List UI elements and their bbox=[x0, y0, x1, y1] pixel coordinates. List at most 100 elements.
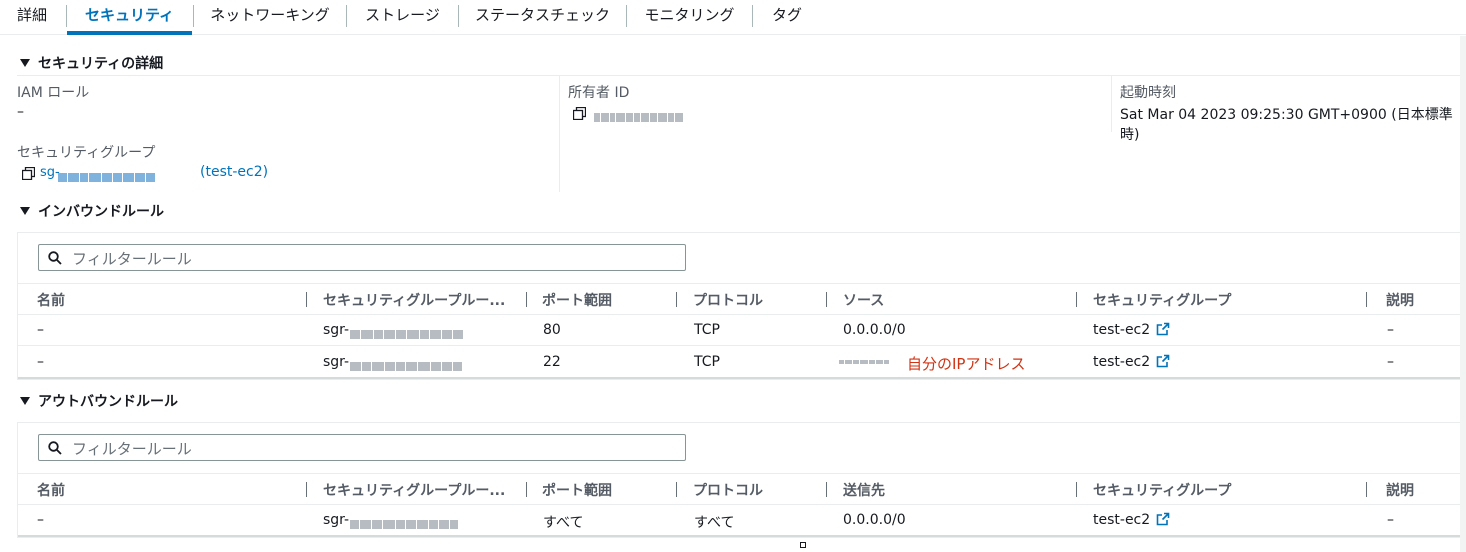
security-details-header[interactable]: セキュリティの詳細 bbox=[20, 53, 163, 73]
owner-id-value-redacted bbox=[594, 109, 684, 122]
security-group-link-text: test-ec2 bbox=[1093, 322, 1151, 338]
column-divider bbox=[1111, 76, 1112, 132]
column-header-protocol[interactable]: プロトコル bbox=[693, 290, 763, 310]
divider bbox=[18, 473, 1466, 474]
column-header-port-range[interactable]: ポート範囲 bbox=[542, 290, 612, 310]
column-resizer[interactable] bbox=[826, 482, 827, 497]
inbound-rules-title: インバウンドルール bbox=[38, 204, 164, 220]
cell-port-range: 80 bbox=[543, 322, 561, 338]
cell-security-group-link[interactable]: test-ec2 bbox=[1093, 354, 1170, 370]
security-details-title: セキュリティの詳細 bbox=[38, 56, 164, 72]
external-link-icon bbox=[1156, 322, 1170, 336]
tab-security[interactable]: セキュリティ bbox=[67, 0, 192, 35]
outbound-filter-placeholder: フィルタールール bbox=[72, 440, 192, 458]
cell-protocol: すべて bbox=[694, 515, 735, 531]
cell-source: 0.0.0.0/0 bbox=[843, 322, 906, 338]
iam-role-label: IAM ロール bbox=[17, 85, 90, 101]
tab-tags[interactable]: タグ bbox=[753, 0, 821, 35]
divider bbox=[18, 314, 1466, 315]
copy-icon[interactable] bbox=[573, 107, 586, 120]
copy-icon[interactable] bbox=[22, 167, 35, 180]
owner-id-label: 所有者 ID bbox=[568, 85, 630, 101]
column-resizer[interactable] bbox=[306, 292, 307, 307]
tab-monitoring[interactable]: モニタリング bbox=[627, 0, 752, 35]
column-header-description[interactable]: 説明 bbox=[1386, 480, 1414, 500]
inbound-filter-input[interactable]: フィルタールール bbox=[38, 244, 686, 271]
caret-down-icon bbox=[20, 397, 30, 405]
security-group-link-text: test-ec2 bbox=[1093, 512, 1151, 528]
caret-down-icon bbox=[20, 59, 30, 67]
column-header-name[interactable]: 名前 bbox=[37, 480, 65, 500]
cell-rule-id: sgr- bbox=[323, 512, 350, 528]
external-link-icon bbox=[1156, 354, 1170, 368]
launch-time-value: Sat Mar 04 2023 09:25:30 GMT+0900 (日本標準時… bbox=[1120, 107, 1453, 143]
rule-id-redacted bbox=[350, 516, 459, 529]
column-resizer[interactable] bbox=[1076, 292, 1077, 307]
cell-destination: 0.0.0.0/0 bbox=[843, 512, 906, 528]
cell-name: – bbox=[37, 354, 44, 370]
cell-protocol: TCP bbox=[694, 322, 720, 338]
tab-details[interactable]: 詳細 bbox=[4, 0, 60, 35]
column-resizer[interactable] bbox=[1076, 482, 1077, 497]
rule-id-redacted bbox=[350, 326, 464, 339]
scrollbar-track[interactable] bbox=[1460, 36, 1466, 552]
inbound-filter-placeholder: フィルタールール bbox=[72, 250, 192, 268]
security-groups-label: セキュリティグループ bbox=[17, 145, 156, 161]
security-group-prefix: sg- bbox=[40, 165, 60, 180]
column-header-rule-id[interactable]: セキュリティグループルー... bbox=[323, 290, 505, 310]
iam-role-value: – bbox=[17, 104, 24, 120]
column-divider bbox=[559, 76, 560, 192]
caret-down-icon bbox=[20, 207, 30, 215]
column-header-security-group[interactable]: セキュリティグループ bbox=[1093, 480, 1231, 500]
outbound-rules-header[interactable]: アウトバウンドルール bbox=[20, 391, 178, 411]
cell-security-group-link[interactable]: test-ec2 bbox=[1093, 322, 1170, 338]
divider bbox=[18, 345, 1466, 346]
divider bbox=[18, 283, 1466, 284]
inbound-rules-header[interactable]: インバウンドルール bbox=[20, 201, 164, 221]
resize-handle[interactable] bbox=[800, 542, 806, 548]
security-group-link-text: test-ec2 bbox=[1093, 354, 1151, 370]
outbound-filter-input[interactable]: フィルタールール bbox=[38, 434, 686, 461]
column-header-security-group[interactable]: セキュリティグループ bbox=[1093, 290, 1231, 310]
column-resizer[interactable] bbox=[1366, 482, 1367, 497]
panel-bottom-border bbox=[18, 377, 1466, 379]
tab-networking[interactable]: ネットワーキング bbox=[194, 0, 346, 35]
column-header-protocol[interactable]: プロトコル bbox=[693, 480, 763, 500]
column-resizer[interactable] bbox=[306, 482, 307, 497]
tab-bar: 詳細 セキュリティ ネットワーキング ストレージ ステータスチェック モニタリン… bbox=[0, 0, 1466, 35]
divider bbox=[18, 504, 1466, 505]
column-header-destination[interactable]: 送信先 bbox=[843, 480, 885, 500]
column-header-name[interactable]: 名前 bbox=[37, 290, 65, 310]
column-resizer[interactable] bbox=[1366, 292, 1367, 307]
cell-security-group-link[interactable]: test-ec2 bbox=[1093, 512, 1170, 528]
outbound-rules-title: アウトバウンドルール bbox=[38, 394, 178, 410]
column-resizer[interactable] bbox=[526, 292, 527, 307]
column-header-description[interactable]: 説明 bbox=[1386, 290, 1414, 310]
panel-bottom-border bbox=[18, 535, 1466, 537]
column-resizer[interactable] bbox=[526, 482, 527, 497]
column-resizer[interactable] bbox=[676, 292, 677, 307]
column-header-port-range[interactable]: ポート範囲 bbox=[542, 480, 612, 500]
tab-storage[interactable]: ストレージ bbox=[347, 0, 458, 35]
inbound-rules-panel: フィルタールール 名前 セキュリティグループルー... ポート範囲 プロトコル … bbox=[17, 232, 1466, 380]
launch-time-label: 起動時刻 bbox=[1120, 85, 1176, 101]
column-header-rule-id[interactable]: セキュリティグループルー... bbox=[323, 480, 505, 500]
security-group-link[interactable]: sg- bbox=[40, 165, 60, 180]
annotation-my-ip: 自分のIPアドレス bbox=[907, 355, 1026, 373]
security-group-name-link[interactable]: (test-ec2) bbox=[200, 164, 268, 180]
cell-description: – bbox=[1387, 322, 1394, 338]
column-resizer[interactable] bbox=[676, 482, 677, 497]
cell-port-range: 22 bbox=[543, 354, 561, 370]
rule-id-redacted bbox=[350, 358, 463, 371]
cell-name: – bbox=[37, 512, 44, 528]
cell-rule-id: sgr- bbox=[323, 354, 350, 370]
source-ip-redacted bbox=[839, 354, 890, 364]
column-header-source[interactable]: ソース bbox=[843, 290, 884, 310]
cell-port-range: すべて bbox=[543, 515, 584, 531]
tab-status-checks[interactable]: ステータスチェック bbox=[459, 0, 626, 35]
cell-description: – bbox=[1387, 354, 1394, 370]
search-icon bbox=[48, 441, 62, 455]
cell-protocol: TCP bbox=[694, 354, 720, 370]
column-resizer[interactable] bbox=[826, 292, 827, 307]
cell-name: – bbox=[37, 322, 44, 338]
